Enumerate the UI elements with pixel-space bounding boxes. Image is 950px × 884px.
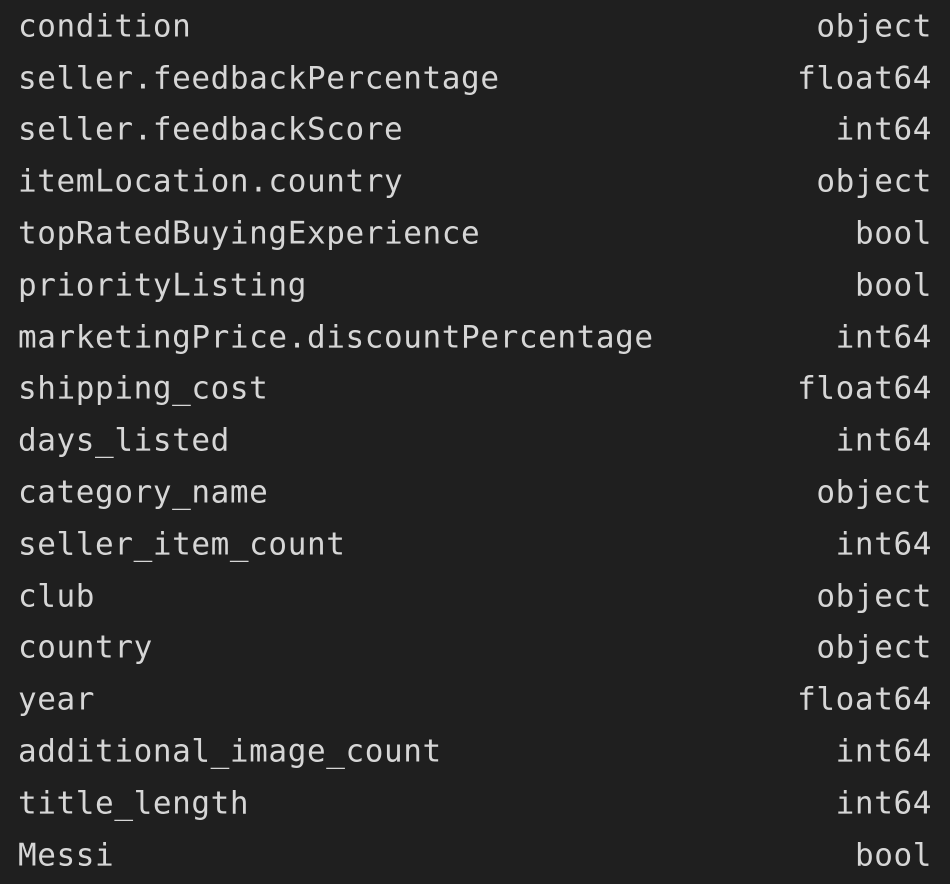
column-dtype: float64: [797, 681, 932, 718]
dtype-row: additional_image_count int64: [0, 726, 950, 778]
column-name: additional_image_count: [18, 733, 442, 770]
column-dtype: object: [816, 578, 932, 615]
dtype-row: year float64: [0, 674, 950, 726]
dtype-row: marketingPrice.discountPercentage int64: [0, 312, 950, 364]
column-dtype: int64: [835, 785, 932, 822]
dtype-row: title_length int64: [0, 778, 950, 830]
column-name: title_length: [18, 785, 250, 822]
column-dtype: object: [816, 163, 932, 200]
column-name: seller.feedbackScore: [18, 111, 404, 148]
dtype-row: days_listed int64: [0, 415, 950, 467]
column-dtype: int64: [835, 733, 932, 770]
column-dtype: bool: [854, 215, 932, 252]
column-name: itemLocation.country: [18, 163, 404, 200]
column-name: seller_item_count: [18, 526, 346, 563]
column-dtype: object: [816, 474, 932, 511]
dtype-row: seller_item_count int64: [0, 519, 950, 571]
column-dtype: float64: [797, 370, 932, 407]
column-dtype: int64: [835, 422, 932, 459]
column-name: seller.feedbackPercentage: [18, 60, 500, 97]
column-name: priorityListing: [18, 267, 307, 304]
dtype-row: Messi bool: [0, 830, 950, 882]
column-dtype: bool: [854, 267, 932, 304]
dtype-row: itemLocation.country object: [0, 156, 950, 208]
column-name: topRatedBuyingExperience: [18, 215, 481, 252]
dtype-row: priorityListing bool: [0, 260, 950, 312]
column-dtype: int64: [835, 526, 932, 563]
column-name: category_name: [18, 474, 269, 511]
column-dtype: bool: [854, 837, 932, 874]
column-name: marketingPrice.discountPercentage: [18, 319, 654, 356]
dtype-row: country object: [0, 623, 950, 675]
column-name: condition: [18, 8, 192, 45]
dtype-row: shipping_cost float64: [0, 364, 950, 416]
column-name: year: [18, 681, 96, 718]
column-dtype: int64: [835, 319, 932, 356]
dtype-row: topRatedBuyingExperience bool: [0, 208, 950, 260]
column-dtype: int64: [835, 111, 932, 148]
column-name: days_listed: [18, 422, 230, 459]
dtypes-output-panel: condition object seller.feedbackPercenta…: [0, 0, 950, 884]
column-dtype: float64: [797, 60, 932, 97]
column-name: country: [18, 629, 153, 666]
column-name: Messi: [18, 837, 115, 874]
column-dtype: object: [816, 629, 932, 666]
dtype-row: club object: [0, 571, 950, 623]
dtype-row: category_name object: [0, 467, 950, 519]
column-name: club: [18, 578, 96, 615]
dtype-row: seller.feedbackScore int64: [0, 105, 950, 157]
dtype-row: condition object: [0, 1, 950, 53]
column-dtype: object: [816, 8, 932, 45]
column-name: shipping_cost: [18, 370, 269, 407]
dtype-row: seller.feedbackPercentage float64: [0, 53, 950, 105]
